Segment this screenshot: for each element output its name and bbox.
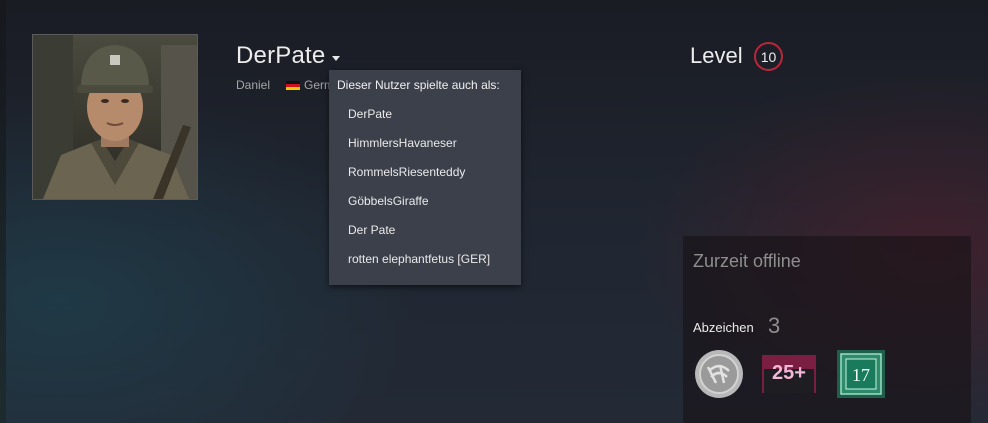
alias-item[interactable]: rotten elephantfetus [GER] [348, 252, 490, 266]
alias-item[interactable]: RommelsRiesenteddy [348, 165, 465, 179]
germany-flag-icon [286, 81, 300, 90]
level-label: Level [690, 43, 743, 68]
online-status: Zurzeit offline [693, 251, 801, 271]
avatar[interactable] [32, 34, 198, 200]
avatar-image [33, 35, 197, 199]
alias-item[interactable]: HimmlersHavaneser [348, 136, 457, 150]
badge-calendar-text: 17 [852, 365, 870, 385]
calendar-badge-icon[interactable]: 17 [836, 349, 886, 399]
persona-name[interactable]: DerPate [236, 42, 341, 70]
chevron-down-icon[interactable] [332, 56, 341, 62]
real-name: Daniel [236, 78, 271, 92]
alias-item[interactable]: Der Pate [348, 223, 395, 237]
alias-item[interactable]: GöbbelsGiraffe [348, 194, 429, 208]
status-panel: Zurzeit offline Abzeichen 3 25+ 17 [683, 236, 971, 423]
persona-name-text: DerPate [236, 42, 326, 69]
badges-count[interactable]: 3 [768, 313, 780, 339]
aliases-dropdown: Dieser Nutzer spielte auch als: DerPate … [329, 70, 521, 285]
badges-label[interactable]: Abzeichen [693, 320, 754, 335]
page-edge [0, 0, 6, 423]
aliases-title: Dieser Nutzer spielte auch als: [337, 78, 500, 92]
level-badge[interactable]: 10 [754, 42, 783, 71]
badge-years-text: 25+ [772, 362, 806, 384]
silver-coin-badge-icon[interactable] [694, 349, 744, 399]
years-of-service-badge-icon[interactable]: 25+ [762, 349, 816, 399]
alias-item[interactable]: DerPate [348, 107, 392, 121]
